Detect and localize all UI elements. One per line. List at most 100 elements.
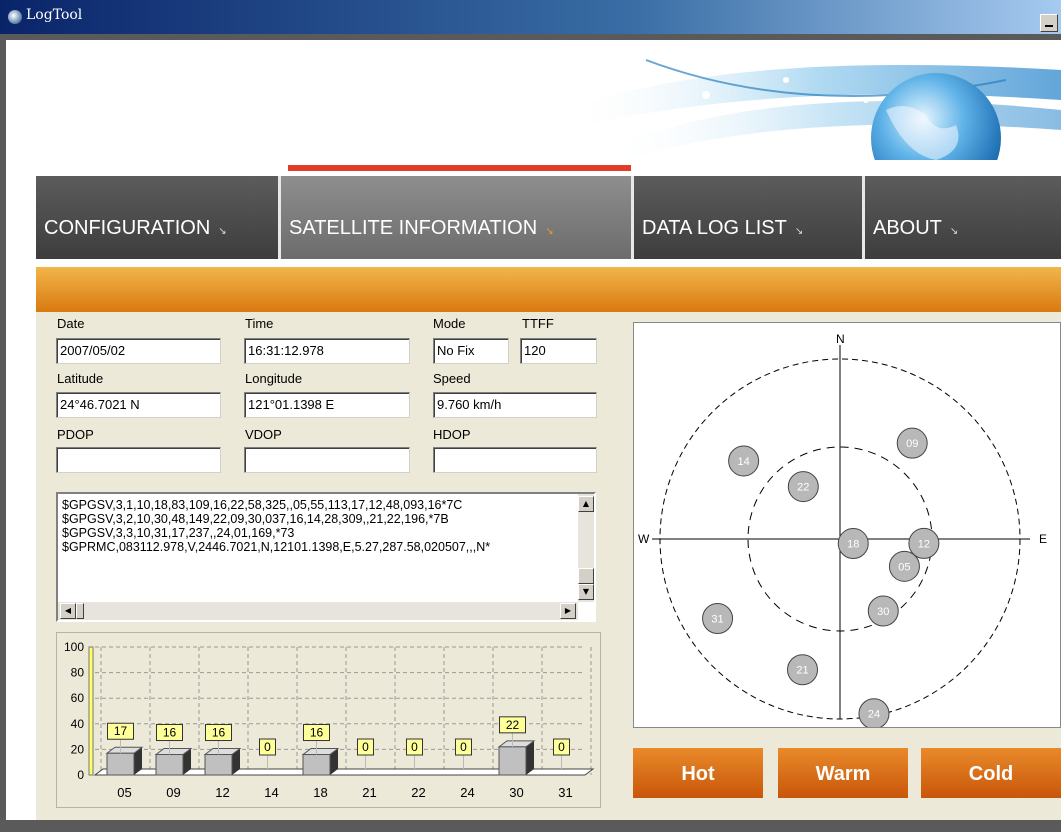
value-label: 0 (558, 740, 565, 754)
tab-data-log-list-label: DATA LOG LIST (642, 217, 787, 239)
sky-plot-svg: N S E W 18 22 05 12 30 09 14 21 31 24 (638, 332, 1047, 739)
speed-label: Speed (433, 371, 471, 386)
signal-bar (106, 752, 135, 776)
scroll-up-arrow-icon[interactable]: ▲ (578, 496, 594, 512)
arrow-down-right-icon: ↘ (218, 226, 227, 237)
x-tick-label: 09 (166, 785, 180, 800)
west-label: W (638, 532, 650, 546)
x-tick-label: 22 (411, 785, 425, 800)
y-tick-label: 80 (71, 666, 85, 680)
satellite-prn-label: 24 (868, 709, 880, 721)
satellite-prn-label: 12 (918, 538, 930, 550)
active-tab-indicator (288, 165, 631, 171)
minimize-button[interactable] (1040, 14, 1058, 32)
hot-start-button[interactable]: Hot (633, 748, 763, 798)
tab-about[interactable]: ABOUT ↘ (865, 176, 1061, 259)
value-label: 0 (460, 740, 467, 754)
window-title: LogTool (26, 7, 83, 23)
hdop-label: HDOP (433, 427, 471, 442)
time-label: Time (245, 316, 274, 331)
y-axis-bar (88, 646, 94, 776)
value-label: 16 (163, 726, 177, 740)
satellite-prn-label: 18 (847, 539, 859, 551)
y-tick-label: 60 (71, 691, 85, 705)
pdop-label: PDOP (57, 427, 94, 442)
satellite-prn-label: 14 (738, 456, 750, 468)
tab-about-label: ABOUT (873, 217, 942, 239)
time-field[interactable]: 16:31:12.978 (244, 338, 410, 364)
longitude-field[interactable]: 121°01.1398 E (244, 392, 410, 418)
value-label: 22 (506, 718, 520, 732)
value-label: 17 (114, 724, 128, 738)
value-label: 16 (212, 726, 226, 740)
tab-configuration-label: CONFIGURATION (44, 217, 211, 239)
nmea-line: $GPGSV,3,2,10,30,48,149,22,09,30,037,16,… (62, 512, 449, 526)
app-globe-icon[interactable] (8, 10, 22, 24)
section-header-bar (36, 267, 1061, 312)
south-label: S (836, 725, 844, 727)
scroll-down-arrow-icon[interactable]: ▼ (578, 584, 594, 600)
x-tick-label: 14 (264, 785, 278, 800)
x-tick-label: 24 (460, 785, 474, 800)
signal-bar (302, 754, 331, 776)
hdop-field[interactable] (433, 447, 597, 473)
vdop-label: VDOP (245, 427, 282, 442)
latitude-label: Latitude (57, 371, 104, 386)
warm-start-button[interactable]: Warm (778, 748, 908, 798)
vertical-scroll-thumb[interactable] (578, 568, 594, 584)
satellite-prn-label: 22 (797, 482, 809, 494)
x-tick-label: 21 (362, 785, 376, 800)
scroll-left-arrow-icon[interactable]: ◀ (60, 603, 76, 619)
mode-field[interactable]: No Fix (433, 338, 509, 364)
satellite-prn-label: 30 (877, 606, 889, 618)
scroll-right-arrow-icon[interactable]: ▶ (560, 603, 576, 619)
arrow-down-right-icon: ↘ (545, 226, 554, 237)
horizontal-scrollbar[interactable] (58, 602, 578, 620)
mode-label: Mode (433, 316, 466, 331)
horizontal-scroll-thumb[interactable] (76, 603, 84, 619)
signal-bar (498, 746, 527, 776)
y-tick-label: 100 (64, 640, 84, 654)
value-label: 0 (264, 740, 271, 754)
x-tick-label: 12 (215, 785, 229, 800)
nmea-line: $GPGSV,3,3,10,31,17,237,,24,01,169,*73 (62, 526, 295, 540)
signal-chart-svg: 0 20 40 60 80 100 17 05 16 09 16 12 0 14 16 18 0 21 0 22 0 24… (64, 640, 595, 800)
arrow-down-right-icon: ↘ (794, 226, 804, 237)
ttff-field[interactable]: 120 (520, 338, 597, 364)
x-tick-label: 30 (509, 785, 523, 800)
nmea-log-text: $GPGSV,3,1,10,18,83,109,16,22,58,325,,05… (62, 498, 580, 588)
satellite-prn-label: 31 (711, 614, 723, 626)
y-tick-label: 0 (77, 768, 84, 782)
tab-bar: CONFIGURATION ↘ SATELLITE INFORMATION ↘ DA… (36, 176, 1061, 259)
satellite-prn-label: 21 (796, 665, 808, 677)
signal-strength-chart: 0 20 40 60 80 100 17 05 16 09 16 12 0 14 16 18 0 21 0 22 0 24… (56, 632, 601, 808)
value-label: 0 (362, 740, 369, 754)
ttff-label: TTFF (522, 316, 554, 331)
nmea-line: $GPRMC,083112.978,V,2446.7021,N,12101.13… (62, 540, 491, 554)
nmea-log-textarea[interactable]: $GPGSV,3,1,10,18,83,109,16,22,58,325,,05… (56, 492, 596, 622)
signal-bar (204, 754, 233, 776)
header-banner (6, 40, 1061, 160)
sky-plot: N S E W 18 22 05 12 30 09 14 21 31 24 (633, 322, 1061, 739)
cold-start-button[interactable]: Cold (921, 748, 1061, 798)
y-tick-label: 40 (71, 717, 85, 731)
tab-satellite-information[interactable]: SATELLITE INFORMATION ↘ (281, 176, 634, 259)
x-tick-label: 31 (558, 785, 572, 800)
tab-satellite-information-label: SATELLITE INFORMATION (289, 217, 538, 239)
tab-configuration[interactable]: CONFIGURATION ↘ (36, 176, 281, 259)
tab-data-log-list[interactable]: DATA LOG LIST ↘ (634, 176, 865, 259)
satellite-prn-label: 09 (906, 438, 918, 450)
speed-field[interactable]: 9.760 km/h (433, 392, 597, 418)
tab-separator (36, 259, 1061, 267)
title-bar[interactable] (0, 0, 1061, 34)
pdop-field[interactable] (56, 447, 221, 473)
vdop-field[interactable] (244, 447, 410, 473)
value-label: 16 (310, 726, 324, 740)
arrow-down-right-icon: ↘ (949, 226, 959, 237)
latitude-field[interactable]: 24°46.7021 N (56, 392, 221, 418)
y-tick-label: 20 (71, 742, 85, 756)
date-field[interactable]: 2007/05/02 (56, 338, 221, 364)
longitude-label: Longitude (245, 371, 303, 386)
nmea-line: $GPGSV,3,1,10,18,83,109,16,22,58,325,,05… (62, 498, 463, 512)
east-label: E (1039, 532, 1047, 546)
